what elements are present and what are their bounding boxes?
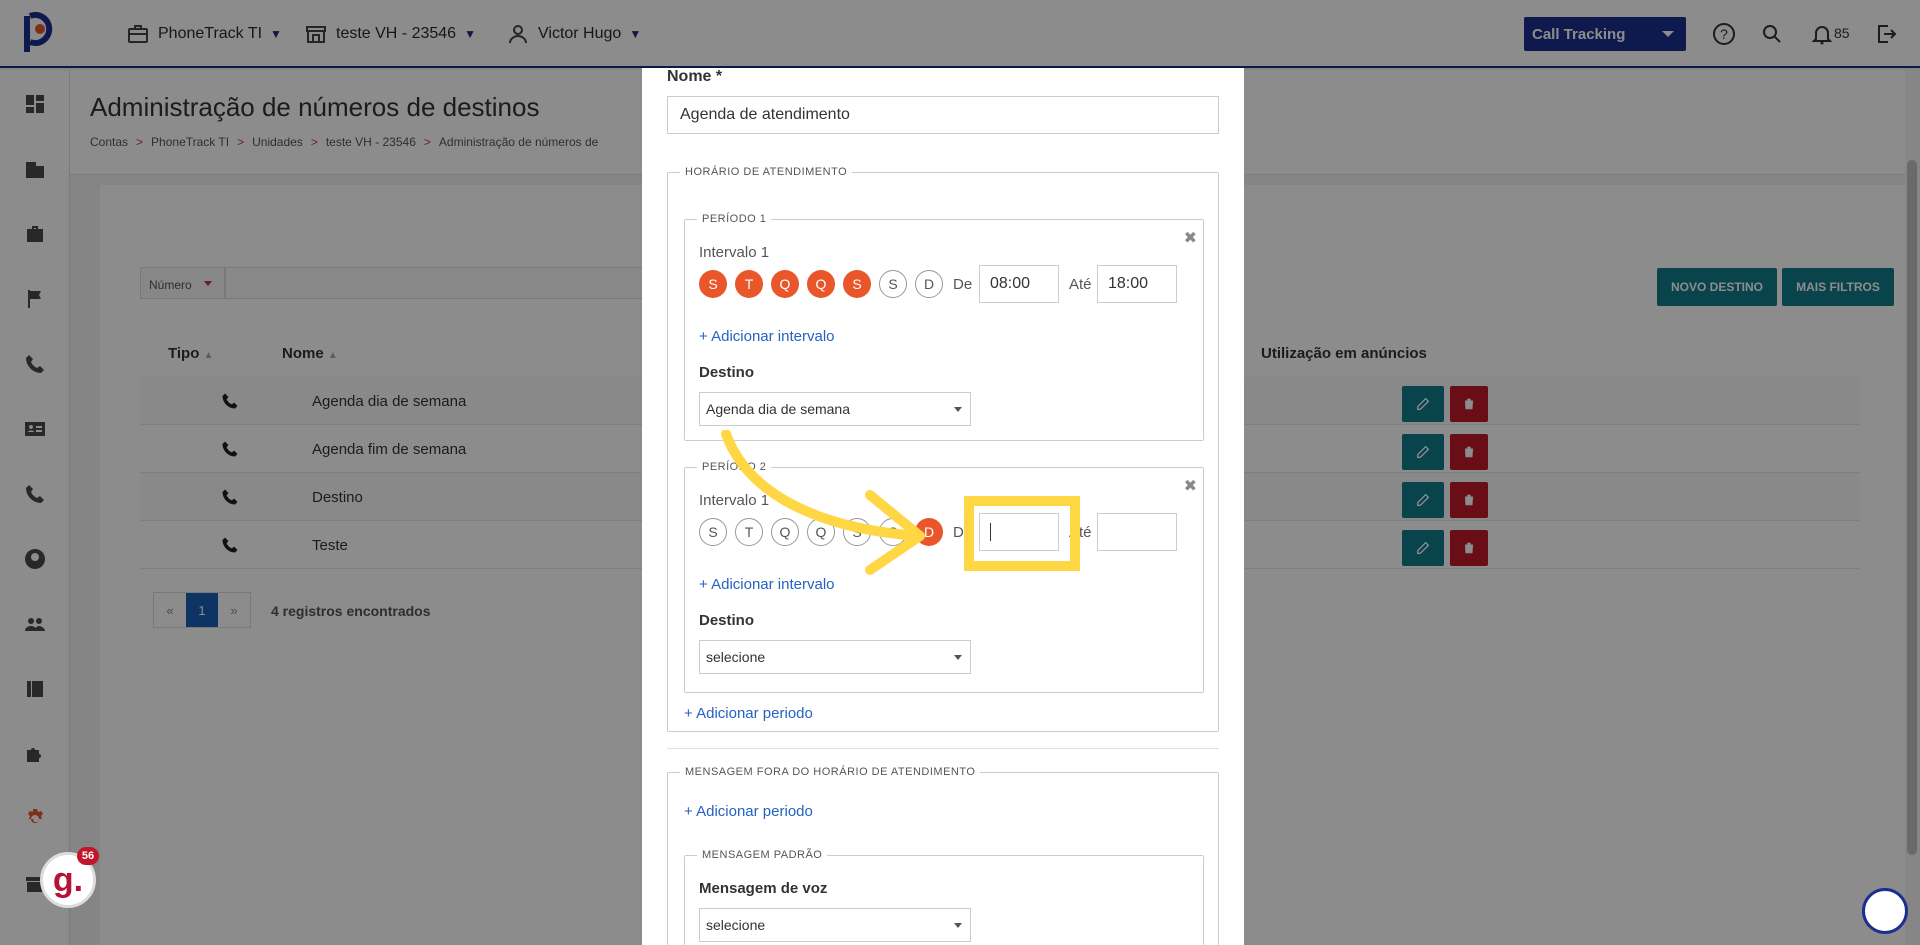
close-icon[interactable]: ✖ [1184,476,1197,496]
off-hours-fieldset: MENSAGEM FORA DO HORÁRIO DE ATENDIMENTO … [667,766,1219,945]
caret-down-icon [954,407,962,412]
period-1-legend: PERÍODO 1 [697,213,772,225]
add-interval-link[interactable]: + Adicionar intervalo [699,328,835,345]
to-time-input[interactable] [1097,513,1177,551]
destination-select-value: Agenda dia de semana [706,401,850,417]
caret-down-icon [954,655,962,660]
day-toggle-mon[interactable]: S [699,270,727,298]
add-period-link[interactable]: + Adicionar periodo [684,705,813,722]
default-message-legend: MENSAGEM PADRÃO [697,849,828,861]
destination-label: Destino [699,612,755,629]
assistant-count-badge: 56 [77,847,99,865]
to-time-input[interactable]: 18:00 [1097,265,1177,303]
day-toggle-sat[interactable]: S [879,270,907,298]
default-message-fieldset: MENSAGEM PADRÃO Mensagem de voz selecion… [684,849,1204,945]
name-input[interactable]: Agenda de atendimento [667,96,1219,134]
destination-select[interactable]: Agenda dia de semana [699,392,971,426]
destination-select-value: selecione [706,649,766,665]
off-hours-legend: MENSAGEM FORA DO HORÁRIO DE ATENDIMENTO [680,766,981,778]
divider [667,748,1219,749]
tutorial-highlight [964,496,1080,571]
day-toggle-fri[interactable]: S [843,270,871,298]
day-toggle-sun[interactable]: D [915,270,943,298]
interval-label: Intervalo 1 [699,244,770,261]
period-1: PERÍODO 1 ✖ Intervalo 1 S T Q Q S S D De… [684,213,1204,441]
name-label: Nome * [667,68,723,85]
from-label: De [953,276,973,293]
chat-widget-icon[interactable] [1862,888,1908,934]
caret-down-icon [954,923,962,928]
add-period-link[interactable]: + Adicionar periodo [684,803,813,820]
schedule-legend: HORÁRIO DE ATENDIMENTO [680,166,853,178]
close-icon[interactable]: ✖ [1184,228,1197,248]
day-toggle-thu[interactable]: Q [807,270,835,298]
voice-message-value: selecione [706,917,766,933]
tutorial-arrow-icon [721,430,925,575]
from-time-input[interactable]: 08:00 [979,265,1059,303]
destination-select[interactable]: selecione [699,640,971,674]
voice-message-label: Mensagem de voz [699,880,828,897]
day-toggle-tue[interactable]: T [735,270,763,298]
day-toggle-wed[interactable]: Q [771,270,799,298]
to-label: Até [1069,276,1092,293]
destination-label: Destino [699,364,755,381]
voice-message-select[interactable]: selecione [699,908,971,942]
